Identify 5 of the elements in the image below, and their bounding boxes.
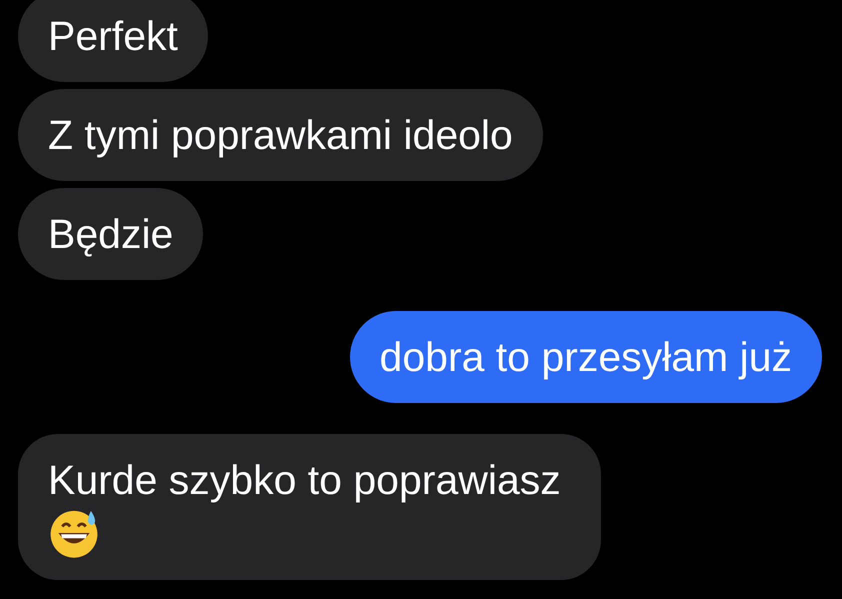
message-text: dobra to przesyłam już <box>380 333 792 382</box>
message-text: Perfekt <box>48 12 178 61</box>
message-text: Z tymi poprawkami ideolo <box>48 111 513 160</box>
message-text: Kurde szybko to poprawiasz <box>48 456 561 505</box>
message-text: Będzie <box>48 210 174 259</box>
